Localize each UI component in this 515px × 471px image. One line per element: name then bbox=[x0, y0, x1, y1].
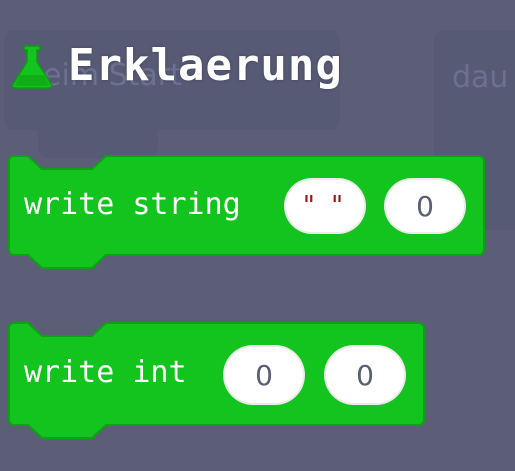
write-string-block[interactable]: write string " " 0 bbox=[8, 155, 488, 270]
number-input[interactable]: 0 bbox=[324, 345, 406, 405]
number-input[interactable]: 0 bbox=[384, 178, 466, 234]
category-header: Erklaerung bbox=[10, 36, 343, 96]
write-int-block[interactable]: write int 0 0 bbox=[8, 322, 428, 442]
ghost-label-right: dau bbox=[452, 60, 509, 95]
number-input[interactable]: 0 bbox=[223, 345, 305, 405]
string-input[interactable]: " " bbox=[284, 178, 366, 234]
ghost-block-left-lower bbox=[38, 128, 158, 158]
block-label: write string bbox=[24, 187, 241, 222]
category-title: Erklaerung bbox=[68, 40, 343, 91]
flask-icon bbox=[11, 45, 53, 89]
block-label: write int bbox=[24, 355, 187, 390]
